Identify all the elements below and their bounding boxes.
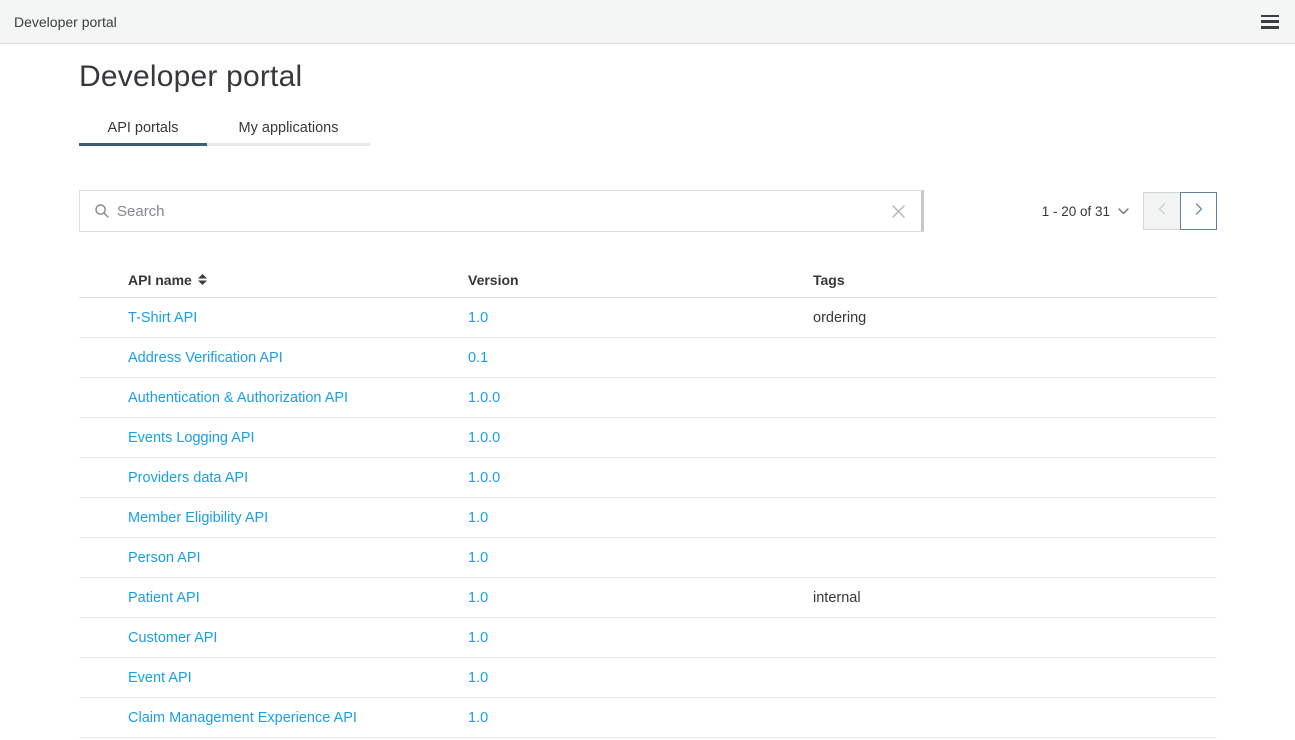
top-bar-title: Developer portal: [14, 14, 117, 30]
tab-api-portals[interactable]: API portals: [79, 118, 207, 146]
top-bar: Developer portal: [0, 0, 1295, 44]
table-header-row: API name Version Tags: [79, 262, 1217, 298]
chevron-right-icon: [1193, 201, 1205, 222]
search-box: [79, 190, 924, 232]
next-page-button[interactable]: [1180, 192, 1217, 230]
clear-search-icon[interactable]: [887, 200, 909, 222]
chevron-left-icon: [1156, 201, 1168, 222]
hamburger-menu-icon[interactable]: [1261, 15, 1279, 29]
api-version-link[interactable]: 1.0.0: [468, 390, 500, 406]
api-version-link[interactable]: 1.0: [468, 310, 488, 326]
table-row: Member Eligibility API 1.0: [79, 498, 1217, 538]
table-row: Providers data API 1.0.0: [79, 458, 1217, 498]
api-name-link[interactable]: Customer API: [128, 630, 217, 646]
api-tags-text: internal: [813, 590, 861, 606]
api-name-link[interactable]: Claim Management Experience API: [128, 710, 357, 726]
sort-by-api-name[interactable]: API name: [128, 272, 468, 288]
toolbar: 1 - 20 of 31: [79, 190, 1217, 232]
main-content: Developer portal API portals My applicat…: [79, 60, 1217, 738]
api-version-link[interactable]: 1.0.0: [468, 430, 500, 446]
api-name-link[interactable]: Event API: [128, 670, 192, 686]
table-row: Events Logging API 1.0.0: [79, 418, 1217, 458]
api-name-link[interactable]: Member Eligibility API: [128, 510, 268, 526]
page-title: Developer portal: [79, 60, 1217, 94]
column-header-api-name-cell: API name: [79, 272, 468, 288]
api-version-link[interactable]: 1.0: [468, 550, 488, 566]
api-version-link[interactable]: 1.0: [468, 590, 488, 606]
pagination-buttons: [1143, 192, 1217, 230]
column-header-version: Version: [468, 272, 813, 288]
tab-my-applications[interactable]: My applications: [207, 118, 370, 146]
previous-page-button[interactable]: [1143, 192, 1180, 230]
api-version-link[interactable]: 1.0: [468, 510, 488, 526]
column-header-api-name: API name: [128, 272, 192, 288]
table-body: T-Shirt API 1.0 ordering Address Verific…: [79, 298, 1217, 738]
api-name-link[interactable]: Authentication & Authorization API: [128, 390, 348, 406]
search-icon: [94, 203, 110, 219]
tab-bar: API portals My applications: [79, 118, 1217, 146]
table-row: Person API 1.0: [79, 538, 1217, 578]
pagination-range-dropdown[interactable]: 1 - 20 of 31: [1042, 204, 1129, 219]
pagination-range-label: 1 - 20 of 31: [1042, 204, 1110, 219]
api-tags-text: ordering: [813, 310, 866, 326]
api-name-link[interactable]: Patient API: [128, 590, 200, 606]
table-row: Authentication & Authorization API 1.0.0: [79, 378, 1217, 418]
table-row: Address Verification API 0.1: [79, 338, 1217, 378]
api-version-link[interactable]: 1.0: [468, 710, 488, 726]
table-row: Claim Management Experience API 1.0: [79, 698, 1217, 738]
column-header-tags: Tags: [813, 272, 1217, 288]
chevron-down-icon: [1118, 208, 1129, 215]
api-name-link[interactable]: Providers data API: [128, 470, 248, 486]
api-table: API name Version Tags T-Shirt API: [79, 262, 1217, 738]
table-row: Customer API 1.0: [79, 618, 1217, 658]
table-row: T-Shirt API 1.0 ordering: [79, 298, 1217, 338]
api-name-link[interactable]: Address Verification API: [128, 350, 283, 366]
search-input[interactable]: [117, 203, 887, 220]
table-row: Patient API 1.0 internal: [79, 578, 1217, 618]
api-name-link[interactable]: T-Shirt API: [128, 310, 197, 326]
api-name-link[interactable]: Person API: [128, 550, 201, 566]
api-version-link[interactable]: 0.1: [468, 350, 488, 366]
api-version-link[interactable]: 1.0.0: [468, 470, 500, 486]
api-name-link[interactable]: Events Logging API: [128, 430, 255, 446]
table-row: Event API 1.0: [79, 658, 1217, 698]
sort-icon: [198, 274, 207, 285]
api-version-link[interactable]: 1.0: [468, 670, 488, 686]
api-version-link[interactable]: 1.0: [468, 630, 488, 646]
pagination: 1 - 20 of 31: [1042, 192, 1217, 230]
